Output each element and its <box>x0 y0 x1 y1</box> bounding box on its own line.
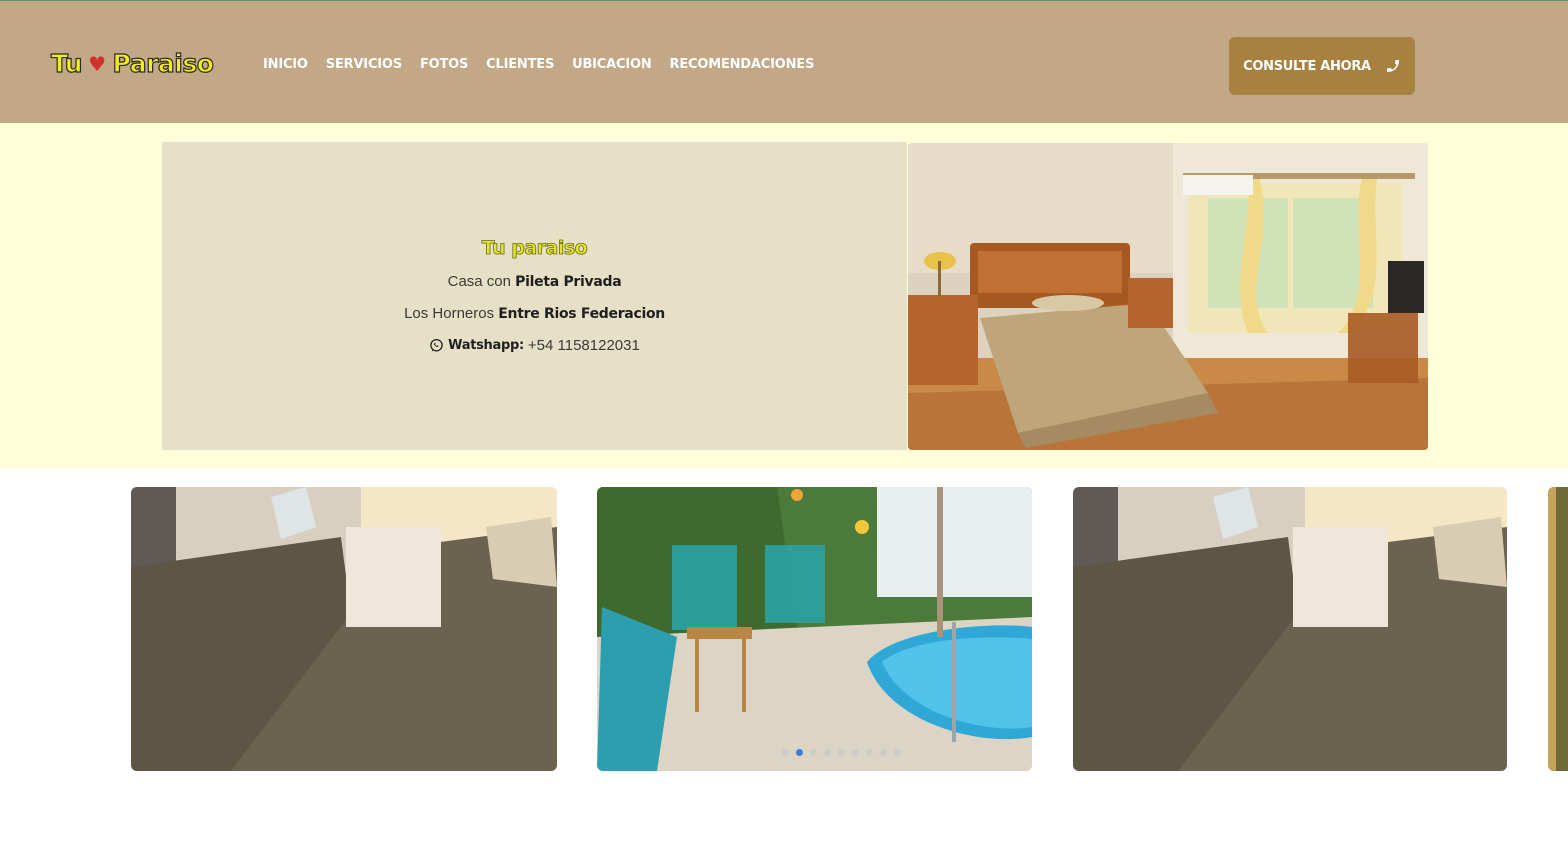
nav-item-fotos[interactable]: FOTOS <box>420 57 468 72</box>
carousel-dot[interactable] <box>852 749 859 756</box>
nav-item-inicio[interactable]: INICIO <box>263 57 308 72</box>
hero-line1-bold: Pileta Privada <box>515 274 622 290</box>
carousel-dot[interactable] <box>782 749 789 756</box>
nav-item-clientes[interactable]: CLIENTES <box>486 57 554 72</box>
carousel-dot[interactable] <box>866 749 873 756</box>
nav-item-servicios[interactable]: SERVICIOS <box>326 57 402 72</box>
hero-line2-bold: Entre Rios Federacion <box>498 306 665 322</box>
logo-word-paraiso: Paraiso <box>112 48 215 78</box>
twin-beds-photo-2[interactable] <box>1073 487 1507 771</box>
carousel-dot[interactable] <box>796 749 803 756</box>
consult-now-button[interactable]: CONSULTE AHORA <box>1229 37 1415 95</box>
pool-chairs-photo[interactable] <box>597 487 1032 771</box>
carousel-pagination <box>782 749 901 756</box>
carousel-dot[interactable] <box>810 749 817 756</box>
nav-item-recomendaciones[interactable]: RECOMENDACIONES <box>670 57 815 72</box>
carousel-dot[interactable] <box>894 749 901 756</box>
site-header: Tu ♥ Paraiso INICIO SERVICIOS FOTOS CLIE… <box>0 0 1568 123</box>
heart-icon: ♥ <box>88 51 106 76</box>
site-logo[interactable]: Tu ♥ Paraiso <box>50 48 215 78</box>
nav-item-ubicacion[interactable]: UBICACION <box>572 57 652 72</box>
hero-section: Tu paraiso Casa con Pileta Privada Los H… <box>0 123 1568 468</box>
hero-info-box: Tu paraiso Casa con Pileta Privada Los H… <box>162 142 907 450</box>
hero-line1-prefix: Casa con <box>447 273 511 290</box>
hero-line2-prefix: Los Horneros <box>404 305 495 322</box>
hero-line-location: Los Horneros Entre Rios Federacion <box>162 305 907 322</box>
photo-carousel <box>0 468 1568 849</box>
carousel-dot[interactable] <box>838 749 845 756</box>
hero-title: Tu paraiso <box>481 237 588 260</box>
logo-word-tu: Tu <box>50 48 83 78</box>
whatsapp-label: Watshapp: <box>448 338 524 353</box>
carousel-dot[interactable] <box>880 749 887 756</box>
partial-photo[interactable] <box>1548 487 1568 771</box>
twin-beds-photo[interactable] <box>131 487 557 771</box>
phone-icon <box>1386 60 1399 72</box>
whatsapp-number[interactable]: +54 1158122031 <box>528 337 640 354</box>
carousel-dot[interactable] <box>824 749 831 756</box>
whatsapp-icon <box>430 338 443 352</box>
hero-line-whatsapp[interactable]: Watshapp: +54 1158122031 <box>162 337 907 354</box>
consult-now-label: CONSULTE AHORA <box>1243 58 1371 74</box>
bedroom-photo <box>908 143 1428 450</box>
main-nav: INICIO SERVICIOS FOTOS CLIENTES UBICACIO… <box>263 57 814 72</box>
hero-line-pool: Casa con Pileta Privada <box>162 273 907 290</box>
